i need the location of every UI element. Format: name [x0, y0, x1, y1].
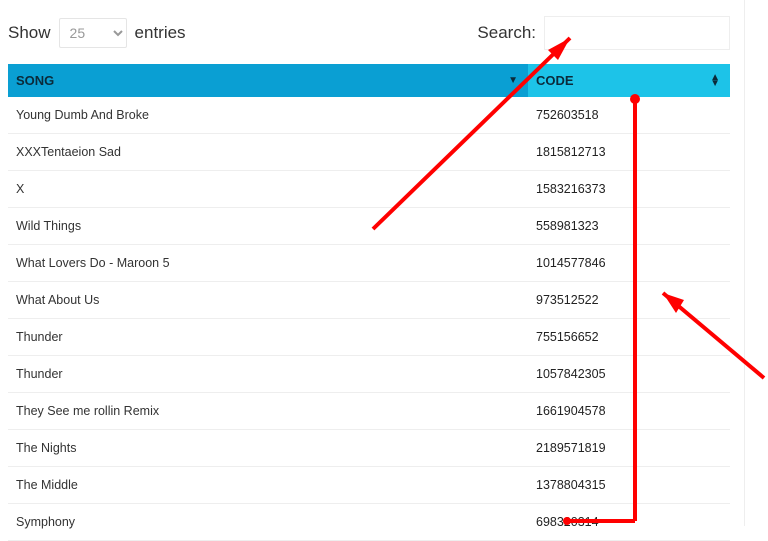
cell-song: They See me rollin Remix	[8, 393, 528, 430]
table-row[interactable]: They See me rollin Remix1661904578	[8, 393, 730, 430]
cell-code: 1815812713	[528, 134, 730, 171]
cell-song: Wild Things	[8, 208, 528, 245]
table-row[interactable]: The Nights2189571819	[8, 430, 730, 467]
cell-song: X	[8, 171, 528, 208]
cell-code: 1057842305	[528, 356, 730, 393]
sort-both-icon: ▲▼	[710, 75, 720, 87]
table-row[interactable]: Thunder1057842305	[8, 356, 730, 393]
cell-song: Thunder	[8, 356, 528, 393]
cell-code: 2189571819	[528, 430, 730, 467]
entries-select[interactable]: 25	[59, 18, 127, 48]
cell-code: 1014577846	[528, 245, 730, 282]
right-margin	[744, 0, 768, 526]
table-row[interactable]: Symphony698320314	[8, 504, 730, 541]
show-label: Show	[8, 23, 51, 43]
cell-song: The Nights	[8, 430, 528, 467]
cell-song: Symphony	[8, 504, 528, 541]
search-label: Search:	[477, 23, 536, 43]
header-code-label: CODE	[536, 73, 574, 88]
data-table: SONG ▼ CODE ▲▼ Young Dumb And Broke75260…	[8, 64, 730, 541]
cell-code: 973512522	[528, 282, 730, 319]
table-row[interactable]: The Middle1378804315	[8, 467, 730, 504]
header-song-label: SONG	[16, 73, 54, 88]
cell-code: 1378804315	[528, 467, 730, 504]
cell-code: 558981323	[528, 208, 730, 245]
cell-song: What About Us	[8, 282, 528, 319]
table-row[interactable]: XXXTentaeion Sad1815812713	[8, 134, 730, 171]
entries-label: entries	[135, 23, 186, 43]
cell-code: 1661904578	[528, 393, 730, 430]
cell-song: What Lovers Do - Maroon 5	[8, 245, 528, 282]
search-input[interactable]	[544, 16, 730, 50]
header-row: SONG ▼ CODE ▲▼	[8, 64, 730, 97]
header-code[interactable]: CODE ▲▼	[528, 64, 730, 97]
cell-song: Young Dumb And Broke	[8, 97, 528, 134]
table-row[interactable]: Thunder755156652	[8, 319, 730, 356]
cell-song: The Middle	[8, 467, 528, 504]
sort-desc-icon: ▼	[508, 78, 518, 84]
cell-song: XXXTentaeion Sad	[8, 134, 528, 171]
table-row[interactable]: What Lovers Do - Maroon 51014577846	[8, 245, 730, 282]
table-row[interactable]: What About Us973512522	[8, 282, 730, 319]
cell-code: 1583216373	[528, 171, 730, 208]
cell-song: Thunder	[8, 319, 528, 356]
cell-code: 698320314	[528, 504, 730, 541]
header-song[interactable]: SONG ▼	[8, 64, 528, 97]
table-row[interactable]: Wild Things558981323	[8, 208, 730, 245]
entries-length-control: Show 25 entries	[8, 18, 186, 48]
top-controls: Show 25 entries Search:	[8, 10, 730, 64]
table-row[interactable]: X1583216373	[8, 171, 730, 208]
table-body: Young Dumb And Broke752603518XXXTentaeio…	[8, 97, 730, 541]
table-row[interactable]: Young Dumb And Broke752603518	[8, 97, 730, 134]
search-control: Search:	[477, 16, 730, 50]
cell-code: 755156652	[528, 319, 730, 356]
cell-code: 752603518	[528, 97, 730, 134]
datatable-container: Show 25 entries Search: SONG ▼ CODE ▲▼	[0, 0, 738, 541]
